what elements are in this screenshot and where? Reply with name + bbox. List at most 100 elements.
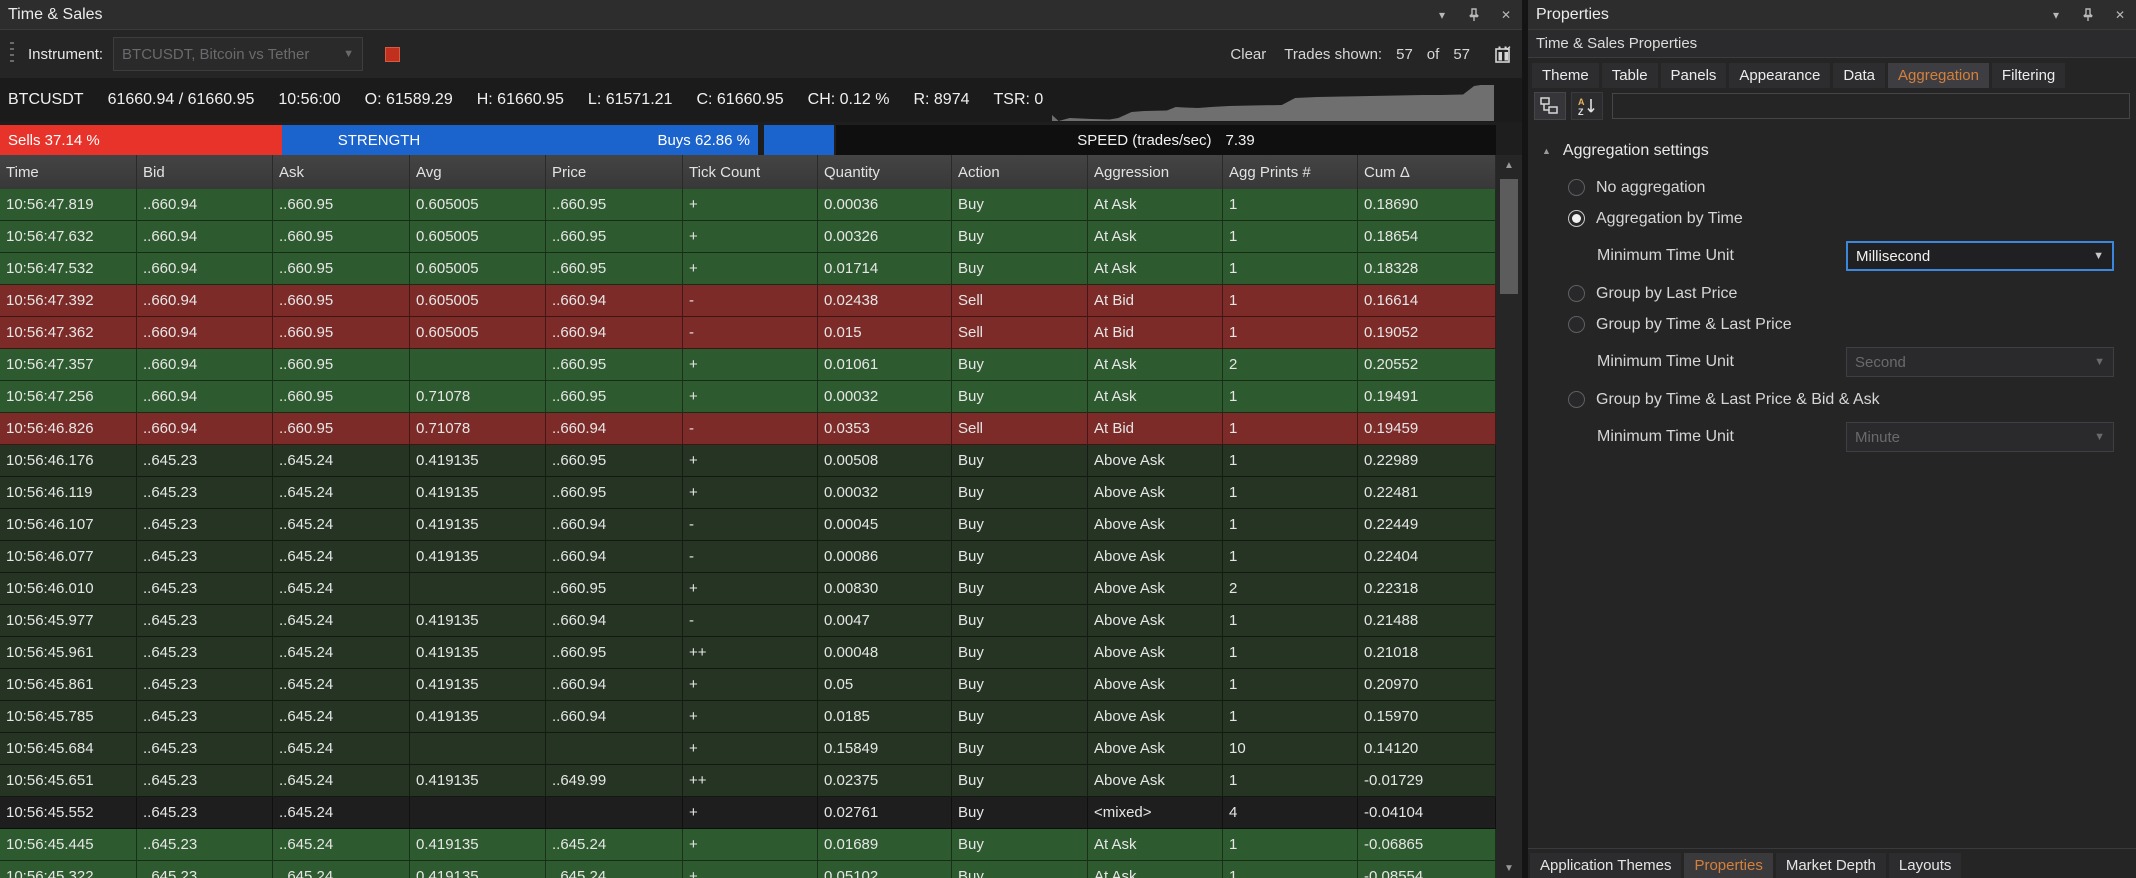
cell: -0.08554 bbox=[1358, 861, 1496, 878]
table-row[interactable]: 10:56:45.445..645.23..645.240.419135..64… bbox=[0, 829, 1496, 861]
cell: + bbox=[683, 477, 818, 509]
table-row[interactable]: 10:56:47.256..660.94..660.950.71078..660… bbox=[0, 381, 1496, 413]
column-header[interactable]: Time bbox=[0, 155, 137, 189]
panel-title: Properties bbox=[1536, 6, 1609, 24]
bottom-tab-layouts[interactable]: Layouts bbox=[1889, 853, 1962, 878]
categorized-view-button[interactable] bbox=[1534, 92, 1566, 120]
cell: + bbox=[683, 797, 818, 829]
stop-button[interactable] bbox=[385, 47, 400, 62]
cell: 1 bbox=[1223, 861, 1358, 878]
close-icon[interactable]: ✕ bbox=[2112, 7, 2128, 23]
tab-filtering[interactable]: Filtering bbox=[1992, 63, 2065, 88]
table-row[interactable]: 10:56:46.176..645.23..645.240.419135..66… bbox=[0, 445, 1496, 477]
table-row[interactable]: 10:56:47.392..660.94..660.950.605005..66… bbox=[0, 285, 1496, 317]
cell: ..660.95 bbox=[273, 413, 410, 445]
table-row[interactable]: 10:56:47.819..660.94..660.950.605005..66… bbox=[0, 189, 1496, 221]
open-value: O: 61589.29 bbox=[365, 91, 453, 109]
table-row[interactable]: 10:56:46.107..645.23..645.240.419135..66… bbox=[0, 509, 1496, 541]
drag-grip-icon[interactable] bbox=[10, 42, 14, 66]
table-row[interactable]: 10:56:46.119..645.23..645.240.419135..66… bbox=[0, 477, 1496, 509]
table-row[interactable]: 10:56:45.322..645.23..645.240.419135..64… bbox=[0, 861, 1496, 878]
tab-appearance[interactable]: Appearance bbox=[1729, 63, 1830, 88]
cell: 0.0353 bbox=[818, 413, 952, 445]
cell: ..660.95 bbox=[546, 445, 683, 477]
radio-button[interactable] bbox=[1568, 391, 1585, 408]
cell: ..645.23 bbox=[137, 701, 273, 733]
column-header[interactable]: Bid bbox=[137, 155, 273, 189]
session-calendar-icon[interactable] bbox=[1494, 45, 1512, 64]
table-row[interactable]: 10:56:45.861..645.23..645.240.419135..66… bbox=[0, 669, 1496, 701]
radio-button[interactable] bbox=[1568, 316, 1585, 333]
cell: 0.605005 bbox=[410, 221, 546, 253]
bottom-tab-application-themes[interactable]: Application Themes bbox=[1530, 853, 1681, 878]
column-header[interactable]: Avg bbox=[410, 155, 546, 189]
cell: ..645.24 bbox=[273, 573, 410, 605]
tab-aggregation[interactable]: Aggregation bbox=[1888, 63, 1989, 88]
table-row[interactable]: 10:56:47.357..660.94..660.95..660.95+0.0… bbox=[0, 349, 1496, 381]
pin-icon[interactable] bbox=[1466, 7, 1482, 23]
cell: - bbox=[683, 605, 818, 637]
scroll-up-icon[interactable]: ▲ bbox=[1496, 155, 1522, 175]
settings-group-header[interactable]: ▲ Aggregation settings bbox=[1528, 138, 2136, 164]
cell: 0.419135 bbox=[410, 445, 546, 477]
table-row[interactable]: 10:56:45.552..645.23..645.24+0.02761Buy<… bbox=[0, 797, 1496, 829]
column-header[interactable]: Ask bbox=[273, 155, 410, 189]
column-header[interactable]: Cum Δ bbox=[1358, 155, 1496, 189]
radio-button[interactable] bbox=[1568, 179, 1585, 196]
alphabetical-sort-button[interactable]: A Z bbox=[1571, 92, 1603, 120]
clear-button[interactable]: Clear bbox=[1230, 46, 1266, 63]
table-row[interactable]: 10:56:45.785..645.23..645.240.419135..66… bbox=[0, 701, 1496, 733]
table-row[interactable]: 10:56:47.362..660.94..660.950.605005..66… bbox=[0, 317, 1496, 349]
table-row[interactable]: 10:56:45.651..645.23..645.240.419135..64… bbox=[0, 765, 1496, 797]
radio-button[interactable] bbox=[1568, 210, 1585, 227]
cell: ..660.94 bbox=[137, 253, 273, 285]
table-row[interactable]: 10:56:45.977..645.23..645.240.419135..66… bbox=[0, 605, 1496, 637]
radio-option-group-by-time-last-price-bid-ask[interactable]: Group by Time & Last Price & Bid & Ask bbox=[1528, 384, 2136, 415]
cell: 10:56:45.445 bbox=[0, 829, 137, 861]
chevron-down-icon[interactable]: ▾ bbox=[1434, 7, 1450, 23]
tab-table[interactable]: Table bbox=[1602, 63, 1658, 88]
table-row[interactable]: 10:56:47.532..660.94..660.950.605005..66… bbox=[0, 253, 1496, 285]
column-header[interactable]: Agg Prints # bbox=[1223, 155, 1358, 189]
column-header[interactable]: Action bbox=[952, 155, 1088, 189]
column-header[interactable]: Quantity bbox=[818, 155, 952, 189]
table-row[interactable]: 10:56:47.632..660.94..660.950.605005..66… bbox=[0, 221, 1496, 253]
cell: 0.419135 bbox=[410, 477, 546, 509]
cell: ..660.94 bbox=[546, 285, 683, 317]
table-row[interactable]: 10:56:45.961..645.23..645.240.419135..66… bbox=[0, 637, 1496, 669]
radio-button[interactable] bbox=[1568, 285, 1585, 302]
cell: 0.22989 bbox=[1358, 445, 1496, 477]
radio-option-group-by-time-last-price[interactable]: Group by Time & Last Price bbox=[1528, 309, 2136, 340]
column-header[interactable]: Aggression bbox=[1088, 155, 1223, 189]
property-search-input[interactable] bbox=[1612, 93, 2130, 119]
tab-panels[interactable]: Panels bbox=[1661, 63, 1727, 88]
cell: ..660.94 bbox=[137, 381, 273, 413]
scrollbar-thumb[interactable] bbox=[1500, 179, 1518, 294]
cell: 0.419135 bbox=[410, 541, 546, 573]
table-row[interactable]: 10:56:46.010..645.23..645.24..660.95+0.0… bbox=[0, 573, 1496, 605]
time-unit-select-millisecond[interactable]: Millisecond▼ bbox=[1846, 241, 2114, 271]
cell: 10:56:47.532 bbox=[0, 253, 137, 285]
scroll-down-icon[interactable]: ▼ bbox=[1496, 858, 1522, 878]
cell bbox=[410, 797, 546, 829]
tab-theme[interactable]: Theme bbox=[1532, 63, 1599, 88]
column-header[interactable]: Tick Count bbox=[683, 155, 818, 189]
bottom-tab-market-depth[interactable]: Market Depth bbox=[1776, 853, 1886, 878]
table-row[interactable]: 10:56:46.077..645.23..645.240.419135..66… bbox=[0, 541, 1496, 573]
pin-icon[interactable] bbox=[2080, 7, 2096, 23]
cell: 0.419135 bbox=[410, 701, 546, 733]
min-time-unit-row: Minimum Time UnitMillisecond▼ bbox=[1528, 234, 2136, 278]
close-icon[interactable]: ✕ bbox=[1498, 7, 1514, 23]
chevron-down-icon[interactable]: ▾ bbox=[2048, 7, 2064, 23]
column-header[interactable]: Price bbox=[546, 155, 683, 189]
radio-option-no-aggregation[interactable]: No aggregation bbox=[1528, 172, 2136, 203]
bottom-tab-properties[interactable]: Properties bbox=[1684, 853, 1772, 878]
cell: 10 bbox=[1223, 733, 1358, 765]
tab-data[interactable]: Data bbox=[1833, 63, 1885, 88]
radio-option-group-by-last-price[interactable]: Group by Last Price bbox=[1528, 278, 2136, 309]
table-row[interactable]: 10:56:46.826..660.94..660.950.71078..660… bbox=[0, 413, 1496, 445]
bid-ask: 61660.94 / 61660.95 bbox=[108, 91, 255, 109]
table-row[interactable]: 10:56:45.684..645.23..645.24+0.15849BuyA… bbox=[0, 733, 1496, 765]
radio-option-aggregation-by-time[interactable]: Aggregation by Time bbox=[1528, 203, 2136, 234]
table-scrollbar[interactable]: ▲ ▼ bbox=[1496, 155, 1522, 878]
